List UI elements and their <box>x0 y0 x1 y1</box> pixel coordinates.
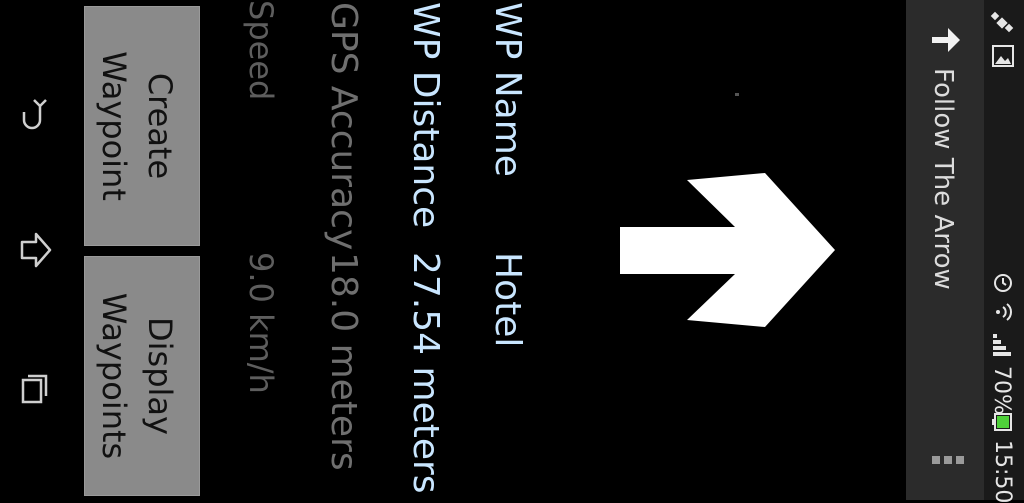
speed-value: 9.0 km/h <box>242 252 280 394</box>
action-bar: Follow The Arrow <box>906 0 984 500</box>
dot-marker <box>735 93 739 96</box>
display-waypoints-label: Display Waypoints <box>95 292 179 460</box>
alarm-icon <box>994 274 1012 292</box>
battery-percent: 70% <box>989 366 1014 415</box>
back-icon[interactable] <box>18 96 52 132</box>
signal-icon <box>993 334 1011 356</box>
status-bar: 70% 15:50 <box>984 0 1024 503</box>
wp-name-value: Hotel <box>487 252 528 348</box>
wifi-icon <box>996 303 1012 321</box>
wp-distance-value: 27.54 meters <box>405 252 446 494</box>
gps-accuracy-value: 18.0 meters <box>323 252 364 471</box>
direction-arrow-icon <box>620 173 835 327</box>
speed-label: Speed <box>242 0 280 101</box>
display-waypoints-button[interactable]: Display Waypoints <box>84 256 200 496</box>
overflow-menu-icon[interactable] <box>932 452 964 468</box>
home-icon[interactable] <box>18 230 54 270</box>
app-title: Follow The Arrow <box>928 68 958 290</box>
image-icon <box>992 45 1014 67</box>
satellite-icon <box>990 11 1014 33</box>
gps-accuracy-label: GPS Accuracy <box>323 2 364 251</box>
battery-icon <box>992 413 1012 431</box>
create-waypoint-button[interactable]: Create Waypoint <box>84 6 200 246</box>
status-time: 15:50 <box>990 440 1015 503</box>
recents-icon[interactable] <box>20 370 50 406</box>
wp-name-label: WP Name <box>487 2 528 177</box>
create-waypoint-label: Create Waypoint <box>95 51 179 201</box>
arrow-right-icon[interactable] <box>928 22 964 58</box>
wp-distance-label: WP Distance <box>405 2 446 229</box>
